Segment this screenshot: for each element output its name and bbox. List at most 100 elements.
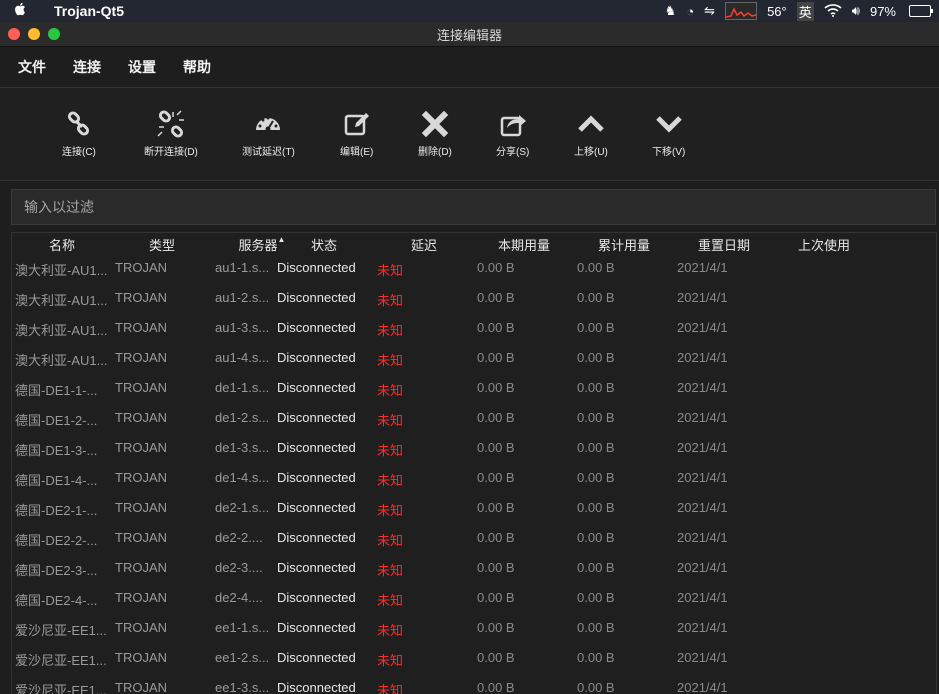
cell-server: de2-1.s... [215,500,270,515]
window-title: 连接编辑器 [436,27,502,43]
close-window-button[interactable] [8,28,20,40]
table-row[interactable]: 德国-DE1-2-... TROJAN de1-2.s... Disconnected… [12,403,936,433]
cell-delay: 未知 [377,443,404,458]
table-row[interactable]: 德国-DE1-1-... TROJAN de1-1.s... Disconnected… [12,373,936,403]
menu-settings[interactable]: 设置 [128,57,156,77]
cell-current-usage: 0.00 B [477,530,515,545]
wifi-icon[interactable] [824,3,842,20]
cell-status: Disconnected [277,680,356,694]
cell-delay: 未知 [377,263,404,278]
cell-current-usage: 0.00 B [477,560,515,575]
cell-status: Disconnected [277,470,356,485]
filter-input[interactable]: 输入以过滤 [11,189,936,225]
cell-name: 德国-DE2-1-... [15,503,98,518]
cell-type: TROJAN [115,410,167,425]
active-app-name[interactable]: Trojan-Qt5 [54,3,124,19]
table-row[interactable]: 德国-DE2-2-... TROJAN de2-2.... Disconnected 未… [12,523,936,553]
cell-delay: 未知 [377,533,404,548]
move-down-button[interactable]: 下移(V) [652,110,685,158]
cell-delay: 未知 [377,653,404,668]
maximize-window-button[interactable] [48,28,60,40]
header-status[interactable]: 状态 [274,235,374,254]
table-row[interactable]: 德国-DE2-3-... TROJAN de2-3.... Disconnected 未… [12,553,936,583]
cell-name: 德国-DE2-4-... [15,593,98,608]
volume-icon[interactable]: 🔊︎ [852,3,860,19]
header-type[interactable]: 类型 [112,235,212,254]
connect-button[interactable]: 连接(C) [62,110,96,158]
header-name[interactable]: 名称 [12,235,112,254]
cell-delay: 未知 [377,473,404,488]
network-icon[interactable]: ⇋ [704,3,715,19]
edit-button[interactable]: 编辑(E) [340,110,373,158]
macos-menu-bar: Trojan-Qt5 ♞ ◔ ⇋ 56° 英 🔊︎ 97% [0,0,939,22]
header-current-usage[interactable]: 本期用量 [474,235,574,254]
cell-current-usage: 0.00 B [477,350,515,365]
share-button[interactable]: 分享(S) [496,110,529,158]
table-row[interactable]: 德国-DE2-1-... TROJAN de2-1.s... Disconnected… [12,493,936,523]
cell-type: TROJAN [115,380,167,395]
table-row[interactable]: 爱沙尼亚-EE1... TROJAN ee1-3.s... Disconnected 未… [12,673,936,694]
table-row[interactable]: 德国-DE2-4-... TROJAN de2-4.... Disconnected 未… [12,583,936,613]
cell-current-usage: 0.00 B [477,320,515,335]
header-total-usage[interactable]: 累计用量 [574,235,674,254]
app-menu-bar: 文件 连接 设置 帮助 [0,47,939,87]
disconnect-button[interactable]: 断开连接(D) [144,110,198,158]
cell-total-usage: 0.00 B [577,260,615,275]
cell-total-usage: 0.00 B [577,290,615,305]
status-area: ♞ ◔ ⇋ 56° 英 🔊︎ 97% [665,0,933,22]
move-up-button[interactable]: 上移(U) [574,110,608,158]
battery-percentage[interactable]: 97% [870,4,896,19]
cell-name: 德国-DE1-1-... [15,383,98,398]
cell-total-usage: 0.00 B [577,470,615,485]
horse-icon[interactable]: ♞ [665,3,677,19]
menu-help[interactable]: 帮助 [183,57,211,77]
minimize-window-button[interactable] [28,28,40,40]
cell-total-usage: 0.00 B [577,680,615,694]
table-row[interactable]: 澳大利亚-AU1... TROJAN au1-2.s... Disconnected 未… [12,283,936,313]
test-latency-button[interactable]: 测试延迟(T) [242,110,295,158]
cell-current-usage: 0.00 B [477,650,515,665]
cell-delay: 未知 [377,353,404,368]
cell-total-usage: 0.00 B [577,410,615,425]
header-last-used[interactable]: 上次使用 [774,235,874,254]
cell-total-usage: 0.00 B [577,620,615,635]
cell-server: de2-2.... [215,530,263,545]
table-row[interactable]: 德国-DE1-4-... TROJAN de1-4.s... Disconnected… [12,463,936,493]
apple-icon[interactable] [0,1,40,22]
header-delay[interactable]: 延迟 [374,235,474,254]
cell-name: 德国-DE2-3-... [15,563,98,578]
cell-reset-date: 2021/4/1 [677,290,728,305]
delete-button[interactable]: 删除(D) [418,110,452,158]
cell-server: ee1-1.s... [215,620,270,635]
cell-reset-date: 2021/4/1 [677,680,728,694]
cell-total-usage: 0.00 B [577,320,615,335]
cell-type: TROJAN [115,260,167,275]
chevron-down-icon [655,116,682,133]
table-row[interactable]: 爱沙尼亚-EE1... TROJAN ee1-1.s... Disconnected 未… [12,613,936,643]
input-method-text[interactable]: 英 [796,1,814,21]
network-activity-graph-icon[interactable] [725,2,758,20]
cell-reset-date: 2021/4/1 [677,560,728,575]
header-reset-date[interactable]: 重置日期 [674,235,774,254]
cell-status: Disconnected [277,560,356,575]
cell-type: TROJAN [115,350,167,365]
chat-icon[interactable]: ◔ [686,4,694,19]
cell-reset-date: 2021/4/1 [677,440,728,455]
cell-type: TROJAN [115,560,167,575]
battery-icon[interactable] [909,5,933,17]
table-row[interactable]: 澳大利亚-AU1... TROJAN au1-4.s... Disconnected 未… [12,343,936,373]
cell-name: 德国-DE1-2-... [15,413,98,428]
cell-name: 爱沙尼亚-EE1... [15,623,107,638]
table-row[interactable]: 爱沙尼亚-EE1... TROJAN ee1-2.s... Disconnected 未… [12,643,936,673]
table-row[interactable]: 澳大利亚-AU1... TROJAN au1-3.s... Disconnected 未… [12,313,936,343]
cell-reset-date: 2021/4/1 [677,260,728,275]
menu-connection[interactable]: 连接 [73,57,101,77]
table-row[interactable]: 德国-DE1-3-... TROJAN de1-3.s... Disconnected… [12,433,936,463]
cell-server: au1-3.s... [215,320,270,335]
menu-file[interactable]: 文件 [18,57,46,77]
temperature-text[interactable]: 56° [767,4,787,19]
cell-name: 德国-DE1-4-... [15,473,98,488]
cell-type: TROJAN [115,320,167,335]
cell-current-usage: 0.00 B [477,470,515,485]
table-row[interactable]: 澳大利亚-AU1... TROJAN au1-1.s... Disconnected 未… [12,253,936,283]
